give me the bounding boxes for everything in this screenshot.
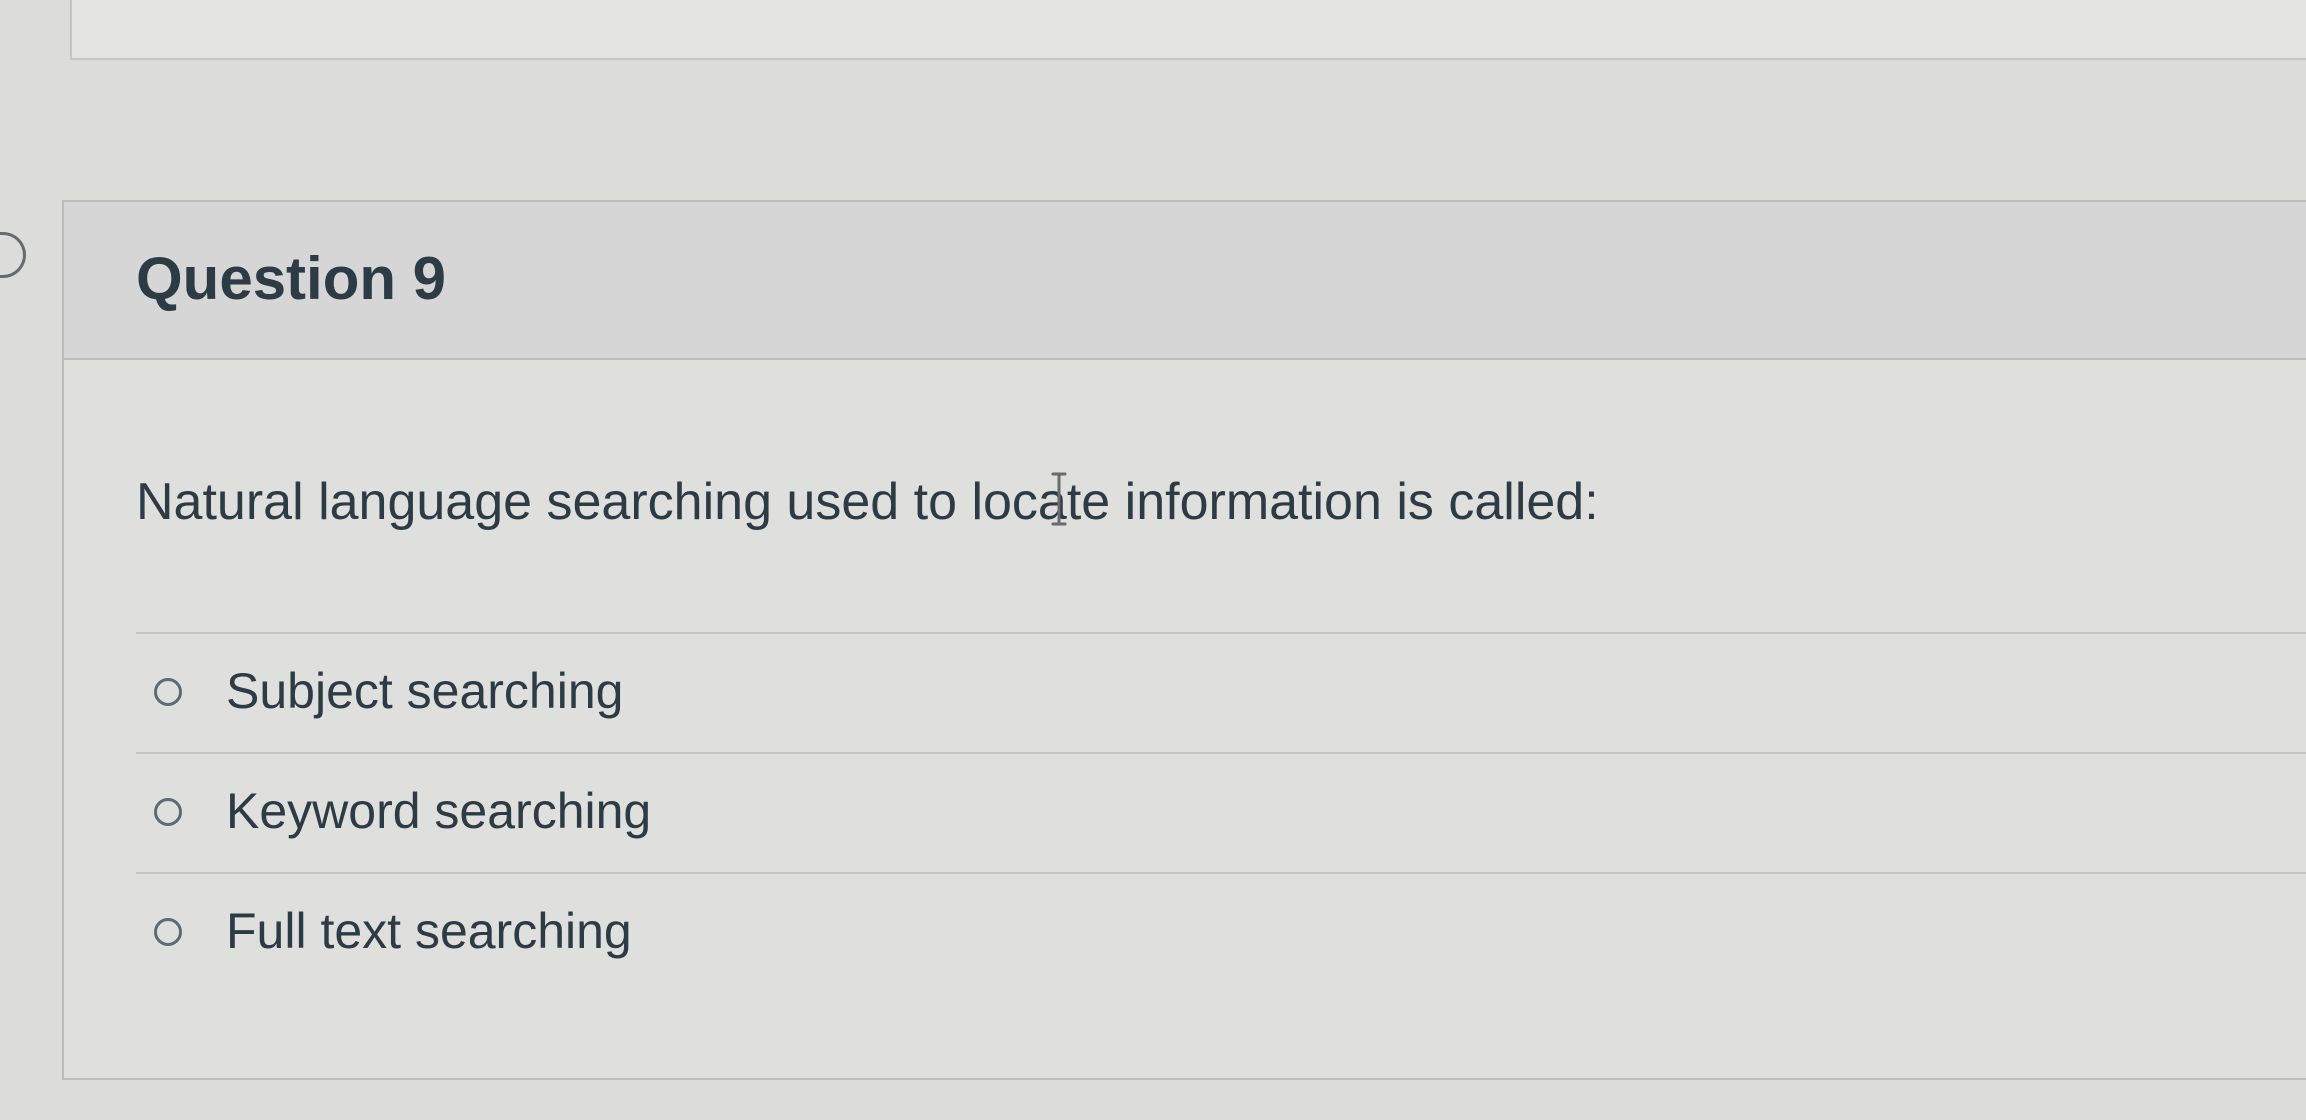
answer-label[interactable]: Full text searching <box>226 902 632 960</box>
previous-question-card <box>70 0 2306 60</box>
answer-option-full-text-searching[interactable]: Full text searching <box>136 872 2306 990</box>
question-pointer-icon <box>0 232 26 278</box>
question-header: Question 9 <box>64 202 2306 360</box>
answer-label[interactable]: Keyword searching <box>226 782 651 840</box>
answer-options: Subject searching Keyword searching Full… <box>136 632 2306 990</box>
text-cursor-icon <box>1051 472 1067 526</box>
question-prompt: Natural language searching used to locat… <box>136 473 1599 531</box>
answer-label[interactable]: Subject searching <box>226 662 623 720</box>
answer-option-keyword-searching[interactable]: Keyword searching <box>136 752 2306 872</box>
radio-button-icon[interactable] <box>154 798 182 826</box>
question-title: Question 9 <box>136 245 447 312</box>
radio-button-icon[interactable] <box>154 678 182 706</box>
answer-option-subject-searching[interactable]: Subject searching <box>136 632 2306 752</box>
question-card: Question 9 Natural language searching us… <box>62 200 2306 1080</box>
radio-button-icon[interactable] <box>154 918 182 946</box>
